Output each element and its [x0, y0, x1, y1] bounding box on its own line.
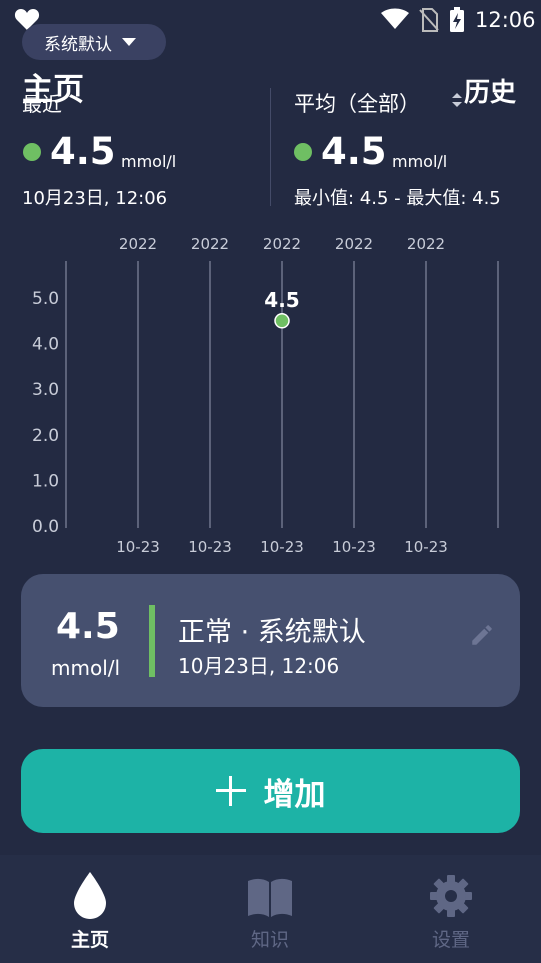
unit-selector-chip[interactable]: 系统默认: [22, 24, 166, 60]
card-value: 4.5: [56, 606, 120, 647]
battery-charging-icon: [450, 7, 464, 32]
latest-record-card[interactable]: 4.5 mmol/l 正常 · 系统默认 10月23日, 12:06: [21, 574, 520, 707]
y-tick-label: 4.0: [32, 335, 59, 355]
header-divider: [270, 88, 271, 206]
nav-settings-label: 设置: [431, 929, 470, 951]
nav-knowledge[interactable]: 知识: [180, 855, 360, 963]
no-sim-icon: [419, 8, 439, 32]
add-button-label: 增加: [263, 776, 326, 813]
x-tick-year: 2022: [407, 235, 445, 253]
y-tick-label: 0.0: [32, 517, 59, 537]
x-tick-year: 2022: [263, 235, 301, 253]
card-status: 正常 · 系统默认: [178, 617, 366, 648]
data-point: [274, 313, 290, 329]
add-button[interactable]: 增加: [21, 749, 520, 833]
card-timestamp: 10月23日, 12:06: [178, 654, 340, 678]
x-tick-date: 10-23: [116, 538, 160, 556]
x-tick-date: 10-23: [260, 538, 304, 556]
y-tick-label: 2.0: [32, 426, 59, 446]
average-label[interactable]: 平均（全部）: [294, 88, 420, 118]
status-bar-indicator: [149, 605, 155, 677]
nav-home[interactable]: 主页: [0, 855, 180, 963]
x-tick-date: 10-23: [188, 538, 232, 556]
nav-knowledge-label: 知识: [250, 929, 289, 951]
unit-selector-label: 系统默认: [44, 34, 112, 55]
book-icon: [248, 878, 292, 917]
history-link[interactable]: 历史: [464, 72, 516, 109]
x-tick-date: 10-23: [332, 538, 376, 556]
drop-icon: [74, 872, 106, 919]
data-point-label: 4.5: [264, 288, 299, 312]
recent-unit: mmol/l: [121, 152, 177, 171]
x-tick-year: 2022: [119, 235, 157, 253]
edit-pencil-icon[interactable]: [469, 622, 495, 648]
recent-status-dot: [23, 143, 41, 161]
x-tick-year: 2022: [335, 235, 373, 253]
bottom-navigation: 主页 知识 设置: [0, 855, 541, 963]
dropdown-caret-icon: [122, 38, 136, 46]
glucose-chart[interactable]: 5.0 4.0 3.0 2.0 1.0 0.0 2022 2022 2022 2022 2022 10…: [0, 228, 541, 558]
y-tick-label: 3.0: [32, 380, 59, 400]
x-tick-date: 10-23: [404, 538, 448, 556]
gear-icon: [430, 875, 472, 917]
nav-settings[interactable]: 设置: [361, 855, 541, 963]
nav-home-label: 主页: [70, 929, 109, 951]
recent-label: 最近: [22, 92, 62, 116]
clock: 12:06: [475, 8, 536, 32]
average-range: 最小值: 4.5 - 最大值: 4.5: [294, 188, 501, 209]
recent-timestamp: 10月23日, 12:06: [22, 188, 168, 209]
x-tick-year: 2022: [191, 235, 229, 253]
y-tick-label: 5.0: [32, 289, 59, 309]
average-status-dot: [294, 143, 312, 161]
average-value: 4.5: [321, 130, 387, 173]
recent-value: 4.5: [50, 130, 116, 173]
wifi-icon: [381, 8, 409, 29]
y-tick-label: 1.0: [32, 471, 59, 491]
plus-icon: [215, 776, 246, 806]
average-unit: mmol/l: [392, 152, 448, 171]
card-unit: mmol/l: [51, 656, 121, 680]
sort-icon[interactable]: [451, 92, 463, 108]
